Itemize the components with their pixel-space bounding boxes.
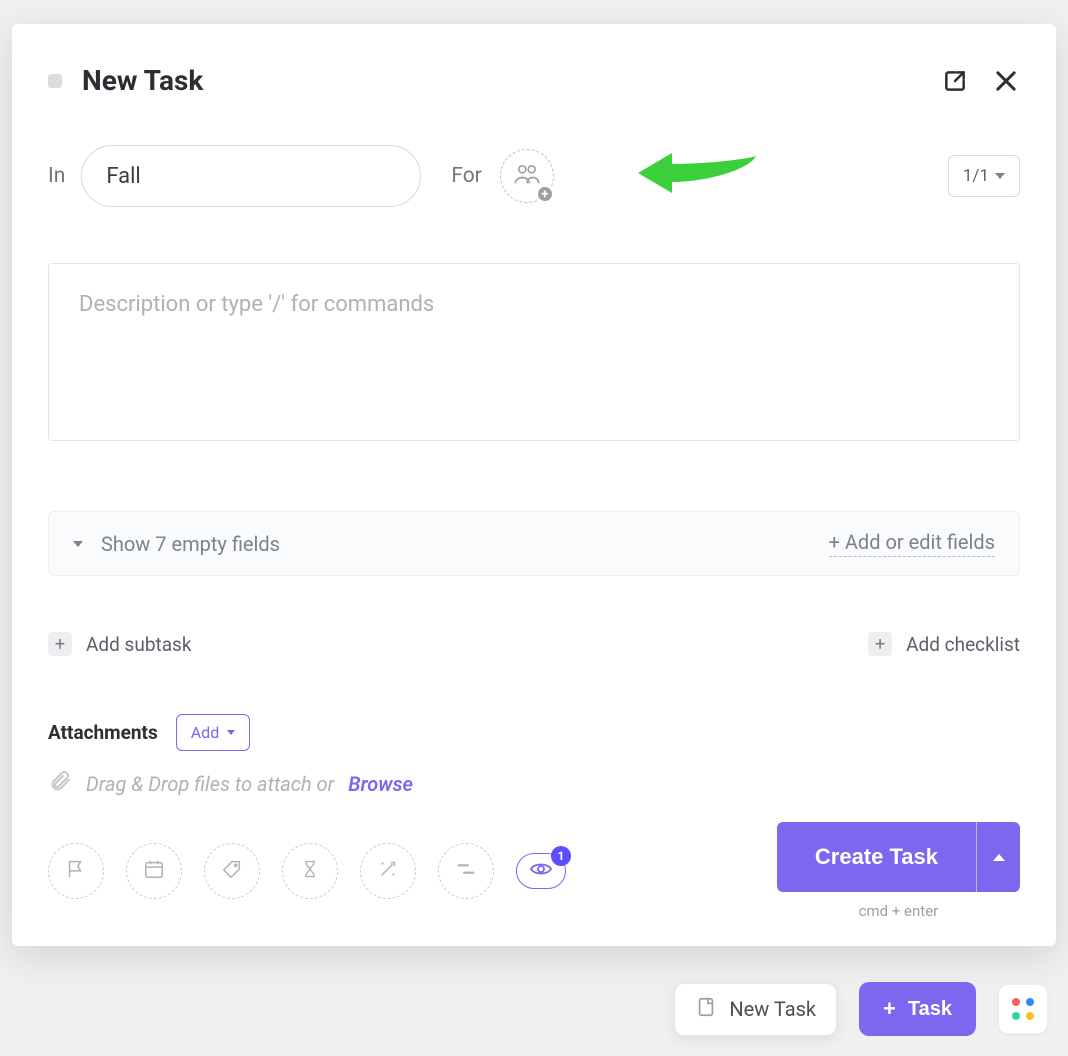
hourglass-icon xyxy=(300,858,320,884)
attachments-title: Attachments xyxy=(48,721,158,744)
app-dot xyxy=(1012,1012,1020,1020)
chevron-up-icon xyxy=(993,854,1005,861)
subtask-checklist-row: + Add subtask + Add checklist xyxy=(48,632,1020,656)
task-options-row: 1 Create Task cmd + enter xyxy=(48,822,1020,920)
app-launcher-button[interactable] xyxy=(998,984,1048,1034)
description-placeholder: Description or type '/' for commands xyxy=(79,292,989,317)
modal-title[interactable]: New Task xyxy=(82,64,942,97)
modal-header: New Task xyxy=(48,64,1020,97)
add-checklist-label: Add checklist xyxy=(906,633,1020,656)
calendar-icon xyxy=(143,858,165,884)
priority-picker[interactable] xyxy=(48,843,104,899)
add-edit-fields-link[interactable]: + Add or edit fields xyxy=(829,530,995,557)
tags-picker[interactable] xyxy=(204,843,260,899)
location-assignee-row: In Fall For + 1/1 xyxy=(48,145,1020,207)
dependency-picker[interactable] xyxy=(438,843,494,899)
add-subtask-label: Add subtask xyxy=(86,633,191,656)
create-task-button[interactable]: Create Task xyxy=(777,822,976,892)
tag-icon xyxy=(221,858,243,884)
task-status-indicator[interactable] xyxy=(48,74,62,88)
custom-fields-bar: Show 7 empty fields + Add or edit fields xyxy=(48,511,1020,576)
task-counter[interactable]: 1/1 xyxy=(948,155,1020,197)
assignee-picker[interactable]: + xyxy=(500,149,554,203)
new-task-modal: New Task In Fall For xyxy=(12,24,1056,946)
sprint-points-picker[interactable] xyxy=(360,843,416,899)
watchers-count-badge: 1 xyxy=(551,846,571,866)
quick-task-button[interactable]: + Task xyxy=(859,982,976,1036)
plus-icon: + xyxy=(883,996,896,1022)
chevron-down-icon xyxy=(227,730,235,735)
floating-action-bar: New Task + Task xyxy=(674,982,1048,1036)
for-label: For xyxy=(451,164,482,188)
expand-icon[interactable] xyxy=(942,68,968,94)
counter-value: 1/1 xyxy=(963,166,989,186)
description-input[interactable]: Description or type '/' for commands xyxy=(48,263,1020,441)
in-label: In xyxy=(48,164,65,188)
app-dot xyxy=(1012,998,1020,1006)
create-task-section: Create Task cmd + enter xyxy=(777,822,1020,920)
quick-task-label: Task xyxy=(908,998,952,1021)
dependency-icon xyxy=(455,860,477,882)
flag-icon xyxy=(65,858,87,884)
app-dot xyxy=(1026,1012,1034,1020)
attachments-header: Attachments Add xyxy=(48,714,1020,751)
keyboard-hint: cmd + enter xyxy=(777,902,1020,920)
draft-task-pill[interactable]: New Task xyxy=(674,983,837,1036)
paperclip-icon xyxy=(48,769,72,798)
add-attachment-button[interactable]: Add xyxy=(176,714,250,751)
drag-drop-text: Drag & Drop files to attach or xyxy=(86,772,334,796)
show-fields-toggle[interactable]: Show 7 empty fields xyxy=(101,532,280,556)
time-estimate-picker[interactable] xyxy=(282,843,338,899)
browse-link[interactable]: Browse xyxy=(348,772,413,796)
app-dot xyxy=(1026,998,1034,1006)
watchers-button[interactable]: 1 xyxy=(516,853,566,889)
eye-icon xyxy=(529,860,553,882)
draft-task-label: New Task xyxy=(729,997,816,1021)
tutorial-arrow-icon xyxy=(638,151,758,199)
due-date-picker[interactable] xyxy=(126,843,182,899)
note-icon xyxy=(695,996,717,1023)
close-icon[interactable] xyxy=(992,67,1020,95)
add-subtask-button[interactable]: + Add subtask xyxy=(48,632,191,656)
add-checklist-button[interactable]: + Add checklist xyxy=(868,632,1020,656)
plus-icon: + xyxy=(48,632,72,656)
sparkle-icon xyxy=(377,858,399,884)
create-task-dropdown[interactable] xyxy=(976,822,1020,892)
plus-icon: + xyxy=(868,632,892,656)
add-attachment-label: Add xyxy=(191,723,219,742)
chevron-down-icon[interactable] xyxy=(73,541,83,547)
drag-drop-area[interactable]: Drag & Drop files to attach or Browse xyxy=(48,769,1020,798)
add-assignee-badge: + xyxy=(536,185,554,203)
list-selector[interactable]: Fall xyxy=(81,145,421,207)
people-icon xyxy=(513,162,541,190)
chevron-down-icon xyxy=(995,173,1005,179)
